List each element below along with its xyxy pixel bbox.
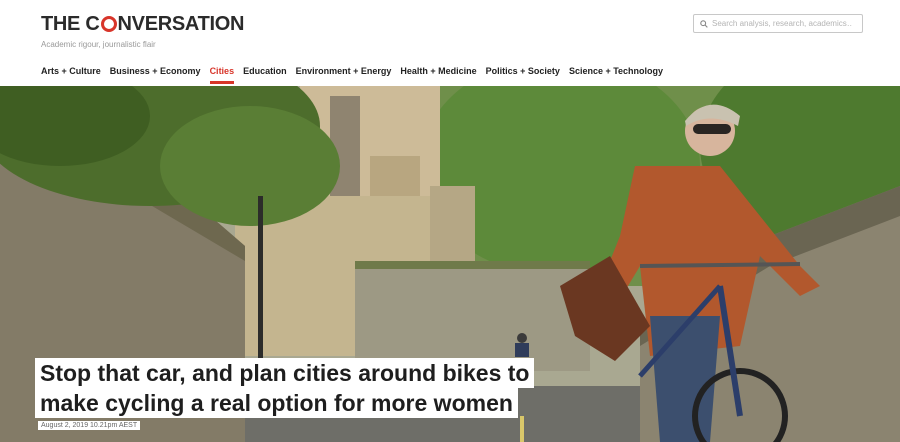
search-input[interactable]: [712, 19, 852, 28]
headline-line-1: Stop that car, and plan cities around bi…: [35, 358, 535, 388]
section-nav: Arts + Culture Business + Economy Cities…: [41, 66, 672, 84]
nav-item-science-technology[interactable]: Science + Technology: [569, 66, 663, 76]
headline-line-2: make cycling a real option for more wome…: [35, 388, 518, 418]
site-header: THE C NVERSATION Academic rigour, journal…: [0, 0, 900, 86]
site-tagline: Academic rigour, journalistic flair: [41, 40, 156, 49]
logo-o-ring: [100, 16, 117, 32]
nav-item-cities[interactable]: Cities: [209, 66, 234, 84]
site-logo[interactable]: THE C NVERSATION: [41, 13, 244, 35]
nav-item-health-medicine[interactable]: Health + Medicine: [400, 66, 476, 76]
nav-item-business-economy[interactable]: Business + Economy: [110, 66, 201, 76]
nav-item-education[interactable]: Education: [243, 66, 287, 76]
nav-item-arts-culture[interactable]: Arts + Culture: [41, 66, 101, 76]
logo-text-right: NVERSATION: [117, 13, 245, 35]
article-dateline: August 2, 2019 10.21pm AEST: [38, 421, 141, 430]
article-headline[interactable]: Stop that car, and plan cities around bi…: [35, 358, 535, 418]
nav-item-politics-society[interactable]: Politics + Society: [486, 66, 560, 76]
nav-item-environment-energy[interactable]: Environment + Energy: [296, 66, 392, 76]
search-icon: [700, 19, 708, 28]
search-box[interactable]: [693, 14, 863, 33]
logo-text-left: THE C: [41, 13, 100, 35]
